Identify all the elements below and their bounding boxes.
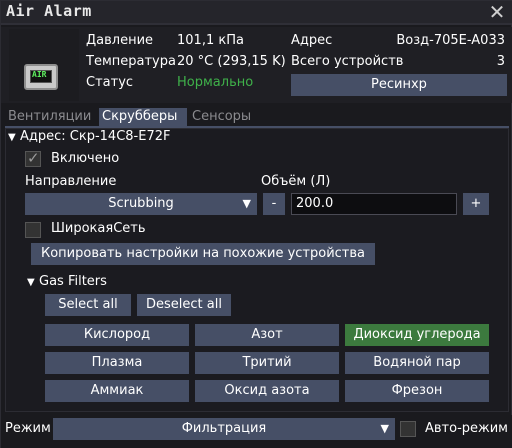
gas-filter-frezon[interactable]: Фрезон bbox=[345, 380, 489, 402]
volume-input[interactable]: 200.0 bbox=[291, 193, 457, 215]
gas-filters-label[interactable]: Gas Filters bbox=[39, 274, 107, 289]
devices-value: 3 bbox=[496, 54, 505, 69]
tab-scrubbers[interactable]: Скрубберы bbox=[99, 108, 187, 126]
gas-filter-oxygen[interactable]: Кислород bbox=[45, 324, 189, 346]
status-label: Статус bbox=[86, 75, 134, 90]
resync-button[interactable]: Ресинхр bbox=[291, 74, 507, 96]
mode-dropdown[interactable]: Фильтрация ▼ bbox=[53, 418, 395, 440]
address-label: Адрес bbox=[291, 33, 333, 48]
mode-value: Фильтрация bbox=[181, 421, 267, 436]
auto-mode-checkbox[interactable] bbox=[400, 421, 416, 437]
temperature-label: Температура bbox=[86, 54, 176, 69]
caret-down-icon: ▼ bbox=[242, 197, 251, 210]
copy-settings-button[interactable]: Копировать настройки на похожие устройст… bbox=[31, 243, 375, 265]
enabled-checkbox[interactable] bbox=[25, 149, 41, 167]
window-title: Air Alarm bbox=[6, 2, 92, 20]
widenet-label: ШирокаяСеть bbox=[51, 221, 146, 236]
volume-decrease-button[interactable]: - bbox=[263, 193, 285, 215]
gas-filter-water-vapor[interactable]: Водяной пар bbox=[345, 352, 489, 374]
gas-filter-tritium[interactable]: Тритий bbox=[195, 352, 339, 374]
mode-caret-down-icon: ▼ bbox=[380, 422, 389, 435]
gas-filter-carbon-dioxide[interactable]: Диоксид углерода bbox=[345, 324, 489, 346]
close-icon[interactable]: ✕ bbox=[487, 1, 507, 23]
gas-filter-nitrous-oxide[interactable]: Оксид азота bbox=[195, 380, 339, 402]
pressure-value: 101,1 кПа bbox=[177, 33, 244, 48]
volume-increase-button[interactable]: + bbox=[463, 193, 489, 215]
select-all-button[interactable]: Select all bbox=[45, 294, 131, 316]
gas-filters-triangle-icon[interactable]: ▼ bbox=[27, 277, 35, 288]
tab-sensors[interactable]: Сенсоры bbox=[189, 108, 265, 126]
air-alarm-window: Air Alarm ✕ AIR Давление 101,1 кПа Темпе… bbox=[0, 0, 512, 448]
devices-label: Всего устройств bbox=[291, 54, 404, 69]
triangle-down-icon[interactable]: ▼ bbox=[8, 132, 16, 143]
widenet-checkbox[interactable] bbox=[25, 222, 41, 238]
temperature-value: 20 °C (293,15 K) bbox=[177, 54, 286, 69]
scrubber-address[interactable]: Адрес: Скр-14C8-E72F bbox=[20, 129, 170, 144]
direction-value: Scrubbing bbox=[108, 196, 174, 211]
pressure-label: Давление bbox=[86, 33, 154, 48]
air-alarm-device-icon: AIR bbox=[24, 64, 58, 90]
title-bar: Air Alarm ✕ bbox=[1, 1, 512, 25]
auto-mode-label: Авто-режим bbox=[425, 421, 508, 436]
deselect-all-button[interactable]: Deselect all bbox=[137, 294, 231, 316]
address-value: Возд-705E-A033 bbox=[396, 33, 505, 48]
gas-filter-ammonia[interactable]: Аммиак bbox=[45, 380, 189, 402]
volume-label: Объём (Л) bbox=[261, 174, 331, 189]
direction-label: Направление bbox=[25, 174, 117, 189]
tab-vents[interactable]: Вентиляции bbox=[5, 108, 97, 126]
direction-dropdown[interactable]: Scrubbing ▼ bbox=[25, 193, 257, 215]
mode-label: Режим bbox=[5, 421, 51, 436]
gas-filter-plasma[interactable]: Плазма bbox=[45, 352, 189, 374]
status-value: Нормально bbox=[177, 75, 254, 90]
device-icon-text: AIR bbox=[32, 70, 47, 79]
gas-filter-nitrogen[interactable]: Азот bbox=[195, 324, 339, 346]
enabled-label: Включено bbox=[51, 151, 120, 166]
